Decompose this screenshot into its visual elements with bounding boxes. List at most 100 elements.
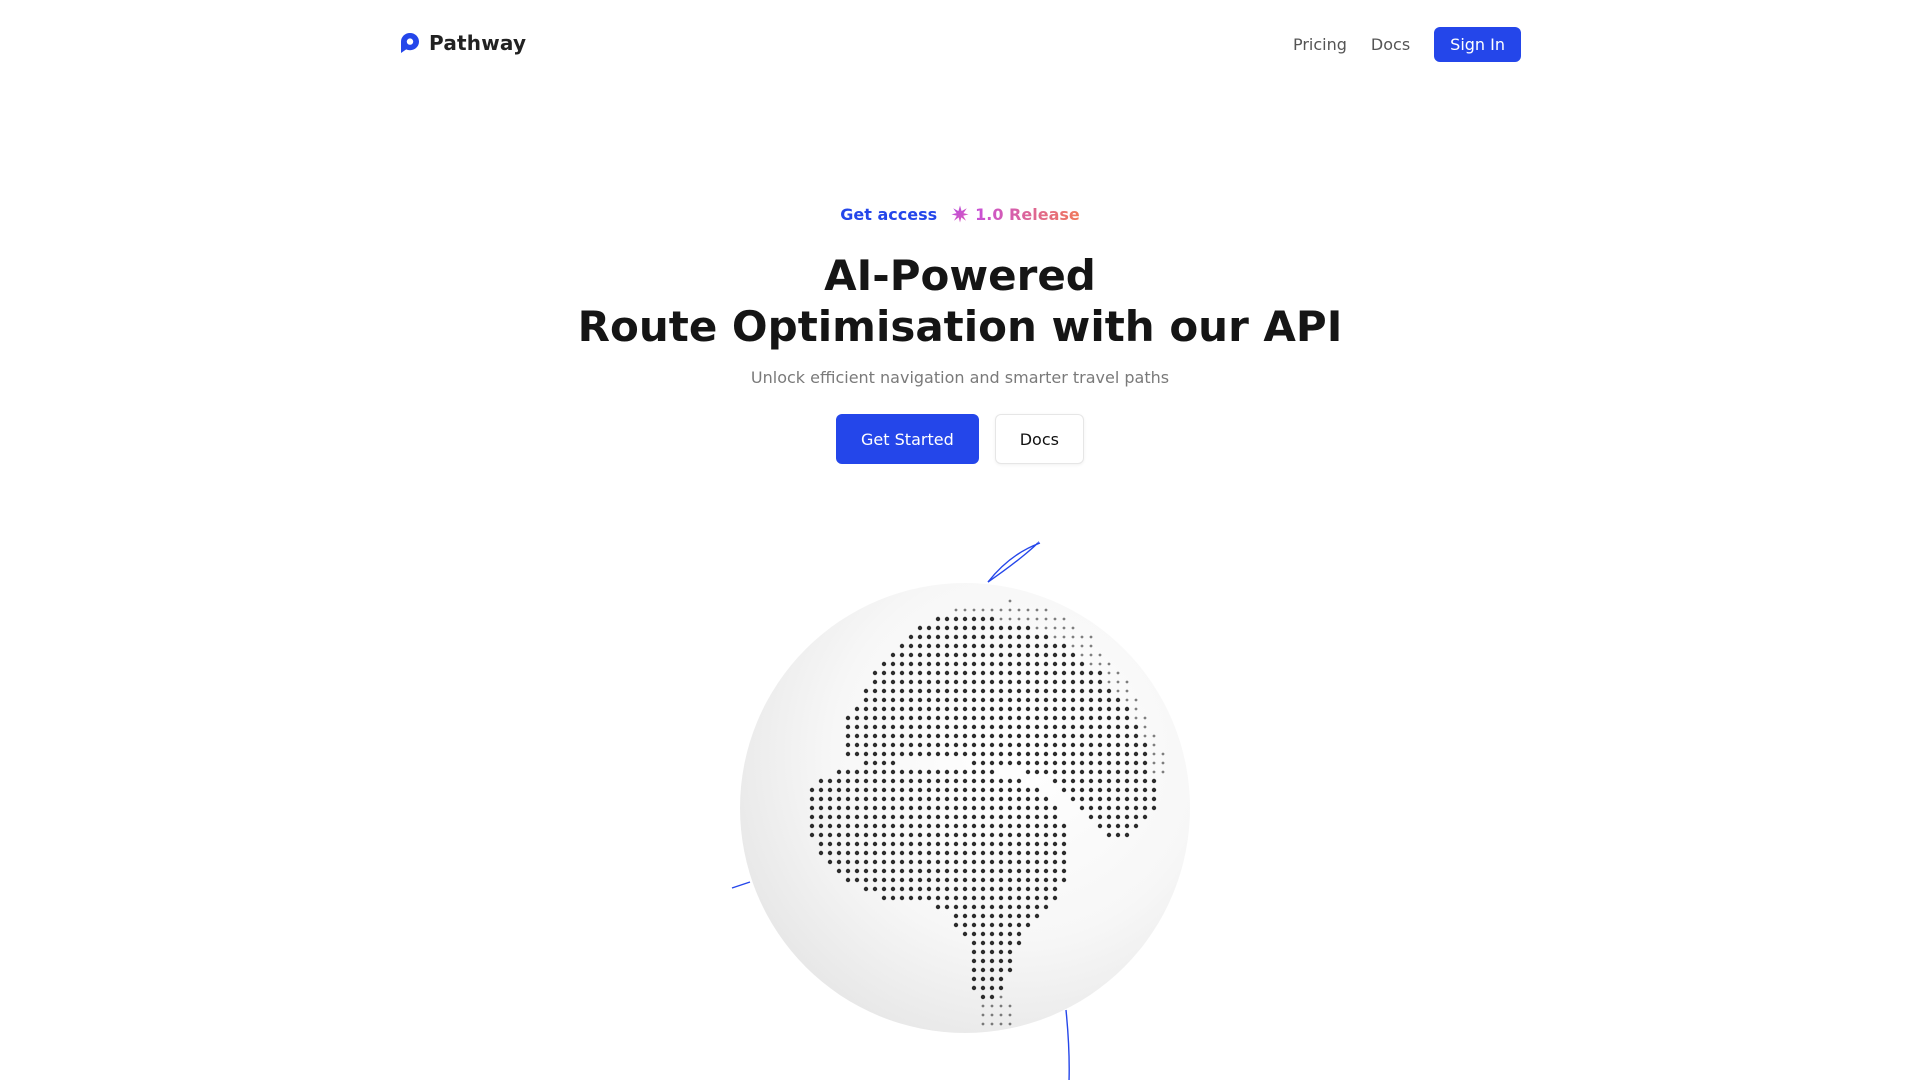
- globe-land-dot: [935, 706, 941, 712]
- sign-in-button[interactable]: Sign In: [1434, 27, 1521, 62]
- globe-land-dot: [836, 850, 842, 856]
- docs-button[interactable]: Docs: [994, 414, 1084, 464]
- globe-land-dot: [908, 715, 914, 721]
- globe-land-dot: [1025, 850, 1031, 856]
- globe-land-dot: [1025, 643, 1031, 649]
- globe-land-dot: [953, 805, 959, 811]
- globe-land-dot: [989, 877, 995, 883]
- globe-land-dot: [1034, 859, 1040, 865]
- globe-land-dot: [1088, 670, 1094, 676]
- globe-land-dot: [962, 922, 968, 928]
- globe-land-dot: [962, 868, 968, 874]
- globe-land-dot: [926, 679, 932, 685]
- globe-land-dot: [899, 823, 905, 829]
- globe-land-dot: [1116, 680, 1120, 684]
- globe-land-dot: [890, 787, 896, 793]
- globe-land-dot: [998, 715, 1004, 721]
- globe-land-dot: [1088, 742, 1094, 748]
- globe-land-dot: [963, 608, 967, 612]
- globe-land-dot: [890, 796, 896, 802]
- nav-link-pricing[interactable]: Pricing: [1293, 28, 1347, 62]
- globe-land-dot: [1043, 904, 1049, 910]
- globe-land-dot: [1079, 706, 1085, 712]
- globe-land-dot: [1124, 760, 1130, 766]
- globe-land-dot: [917, 778, 923, 784]
- globe-land-dot: [980, 715, 986, 721]
- get-access-link[interactable]: Get access: [840, 205, 937, 224]
- globe-land-dot: [935, 778, 941, 784]
- globe-land-dot: [944, 850, 950, 856]
- globe-land-dot: [1007, 886, 1013, 892]
- globe-land-dot: [872, 877, 878, 883]
- globe-land-dot: [1071, 626, 1075, 630]
- release-link[interactable]: 1.0 Release: [951, 205, 1080, 224]
- globe-land-dot: [926, 625, 932, 631]
- globe-land-dot: [962, 805, 968, 811]
- globe-land-dot: [944, 832, 950, 838]
- globe-land-dot: [872, 733, 878, 739]
- globe-land-dot: [899, 841, 905, 847]
- globe-land-dot: [953, 661, 959, 667]
- brand-logo-link[interactable]: Pathway: [400, 31, 526, 55]
- globe-land-dot: [1016, 742, 1022, 748]
- globe-land-dot: [962, 688, 968, 694]
- globe-land-dot: [1142, 805, 1148, 811]
- globe-land-dot: [1106, 805, 1112, 811]
- globe-land-dot: [1043, 850, 1049, 856]
- globe-land-dot: [917, 742, 923, 748]
- globe-land-dot: [854, 706, 860, 712]
- globe-land-dot: [935, 733, 941, 739]
- globe-land-dot: [1025, 877, 1031, 883]
- globe-land-dot: [1106, 796, 1112, 802]
- globe-land-dot: [845, 805, 851, 811]
- globe-land-dot: [998, 733, 1004, 739]
- globe-land-dot: [1079, 742, 1085, 748]
- globe-land-dot: [1088, 679, 1094, 685]
- globe-land-dot: [1097, 787, 1103, 793]
- globe-land-dot: [1061, 643, 1067, 649]
- globe-land-dot: [1007, 814, 1013, 820]
- globe-land-dot: [881, 688, 887, 694]
- globe-land-dot: [953, 904, 959, 910]
- globe-land-dot: [1098, 662, 1102, 666]
- globe-land-dot: [1088, 697, 1094, 703]
- globe-land-dot: [818, 796, 824, 802]
- globe-land-dot: [863, 796, 869, 802]
- globe-land-dot: [1124, 733, 1130, 739]
- globe-land-dot: [881, 760, 887, 766]
- globe-land-dot: [1071, 644, 1075, 648]
- globe-land-dot: [926, 814, 932, 820]
- globe-land-dot: [1070, 733, 1076, 739]
- globe-land-dot: [1053, 617, 1057, 621]
- globe-land-dot: [935, 652, 941, 658]
- globe-land-dot: [1061, 823, 1067, 829]
- nav-link-docs[interactable]: Docs: [1371, 28, 1410, 62]
- globe-land-dot: [1134, 698, 1138, 702]
- globe-land-dot: [980, 958, 986, 964]
- globe-land-dot: [926, 796, 932, 802]
- globe-land-dot: [881, 814, 887, 820]
- globe-land-dot: [1143, 716, 1147, 720]
- globe-land-dot: [962, 652, 968, 658]
- globe-land-dot: [836, 778, 842, 784]
- globe-land-dot: [1035, 626, 1039, 630]
- globe-land-dot: [1106, 832, 1112, 838]
- globe-land-dot: [863, 742, 869, 748]
- globe-land-dot: [1043, 760, 1049, 766]
- globe-land-dot: [1124, 769, 1130, 775]
- globe-land-dot: [989, 967, 995, 973]
- globe-land-dot: [935, 688, 941, 694]
- globe-land-dot: [1107, 680, 1111, 684]
- globe-land-dot: [1043, 742, 1049, 748]
- globe-land-dot: [953, 832, 959, 838]
- globe-land-dot: [935, 697, 941, 703]
- globe-land-dot: [908, 895, 914, 901]
- globe-land-dot: [1115, 760, 1121, 766]
- globe-land-dot: [1008, 1004, 1012, 1008]
- globe-land-dot: [1070, 742, 1076, 748]
- globe-land-dot: [827, 859, 833, 865]
- globe-land-dot: [1070, 697, 1076, 703]
- get-started-button[interactable]: Get Started: [836, 414, 979, 464]
- globe-land-dot: [881, 868, 887, 874]
- globe-land-dot: [1052, 859, 1058, 865]
